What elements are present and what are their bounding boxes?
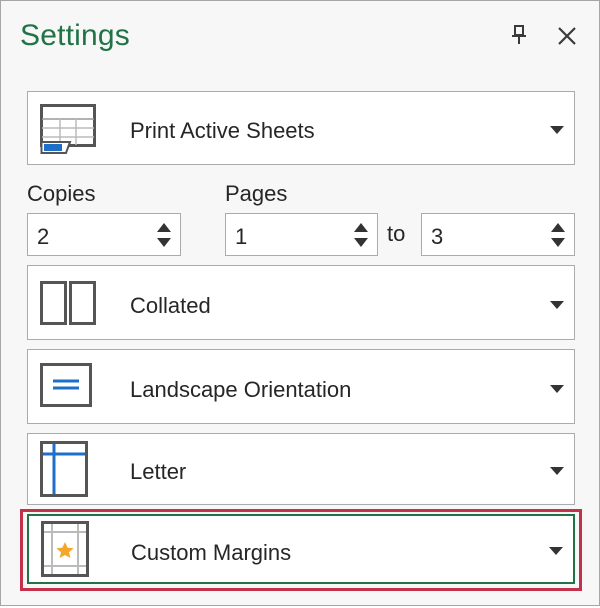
decrement-arrow-icon[interactable] — [550, 237, 566, 249]
increment-arrow-icon[interactable] — [156, 221, 172, 233]
copies-value: 2 — [37, 224, 50, 249]
custom-margins-icon — [41, 521, 89, 577]
collation-dropdown[interactable]: Collated — [27, 265, 575, 340]
panel-title: Settings — [20, 19, 130, 52]
chevron-down-icon — [550, 126, 564, 134]
chevron-down-icon — [550, 467, 564, 475]
paper-size-label: Letter — [130, 459, 187, 484]
paper-size-dropdown[interactable]: Letter — [27, 433, 575, 505]
print-what-label: Print Active Sheets — [130, 118, 315, 143]
print-settings-panel: Settings Print Active Sheets Copies 2 Pa… — [0, 0, 600, 606]
copies-label: Copies — [27, 181, 96, 206]
margins-label: Custom Margins — [131, 540, 292, 565]
chevron-down-icon — [550, 301, 564, 309]
pin-button[interactable] — [507, 23, 531, 47]
chevron-down-icon — [549, 547, 563, 555]
increment-arrow-icon[interactable] — [353, 221, 369, 233]
orientation-dropdown[interactable]: Landscape Orientation — [27, 349, 575, 424]
decrement-arrow-icon[interactable] — [353, 237, 369, 249]
decrement-arrow-icon[interactable] — [156, 237, 172, 249]
print-what-dropdown[interactable]: Print Active Sheets — [27, 91, 575, 165]
chevron-down-icon — [550, 385, 564, 393]
increment-arrow-icon[interactable] — [550, 221, 566, 233]
pin-icon — [512, 25, 526, 44]
collated-pages-icon — [40, 281, 96, 325]
pages-to-label: to — [387, 221, 406, 246]
landscape-orientation-icon — [40, 363, 92, 407]
pages-to-value: 3 — [431, 224, 444, 249]
margins-dropdown[interactable]: Custom Margins — [27, 514, 575, 584]
pages-to-stepper[interactable]: 3 — [421, 213, 575, 256]
copies-stepper[interactable]: 2 — [27, 213, 181, 256]
collation-label: Collated — [130, 293, 211, 318]
pages-from-stepper[interactable]: 1 — [225, 213, 378, 256]
close-icon — [558, 27, 576, 45]
orientation-label: Landscape Orientation — [130, 377, 352, 402]
close-button[interactable] — [554, 23, 580, 49]
pages-label: Pages — [225, 181, 288, 206]
pages-from-value: 1 — [235, 224, 248, 249]
sheet-grid-icon — [40, 104, 96, 154]
letter-paper-icon — [40, 441, 88, 497]
